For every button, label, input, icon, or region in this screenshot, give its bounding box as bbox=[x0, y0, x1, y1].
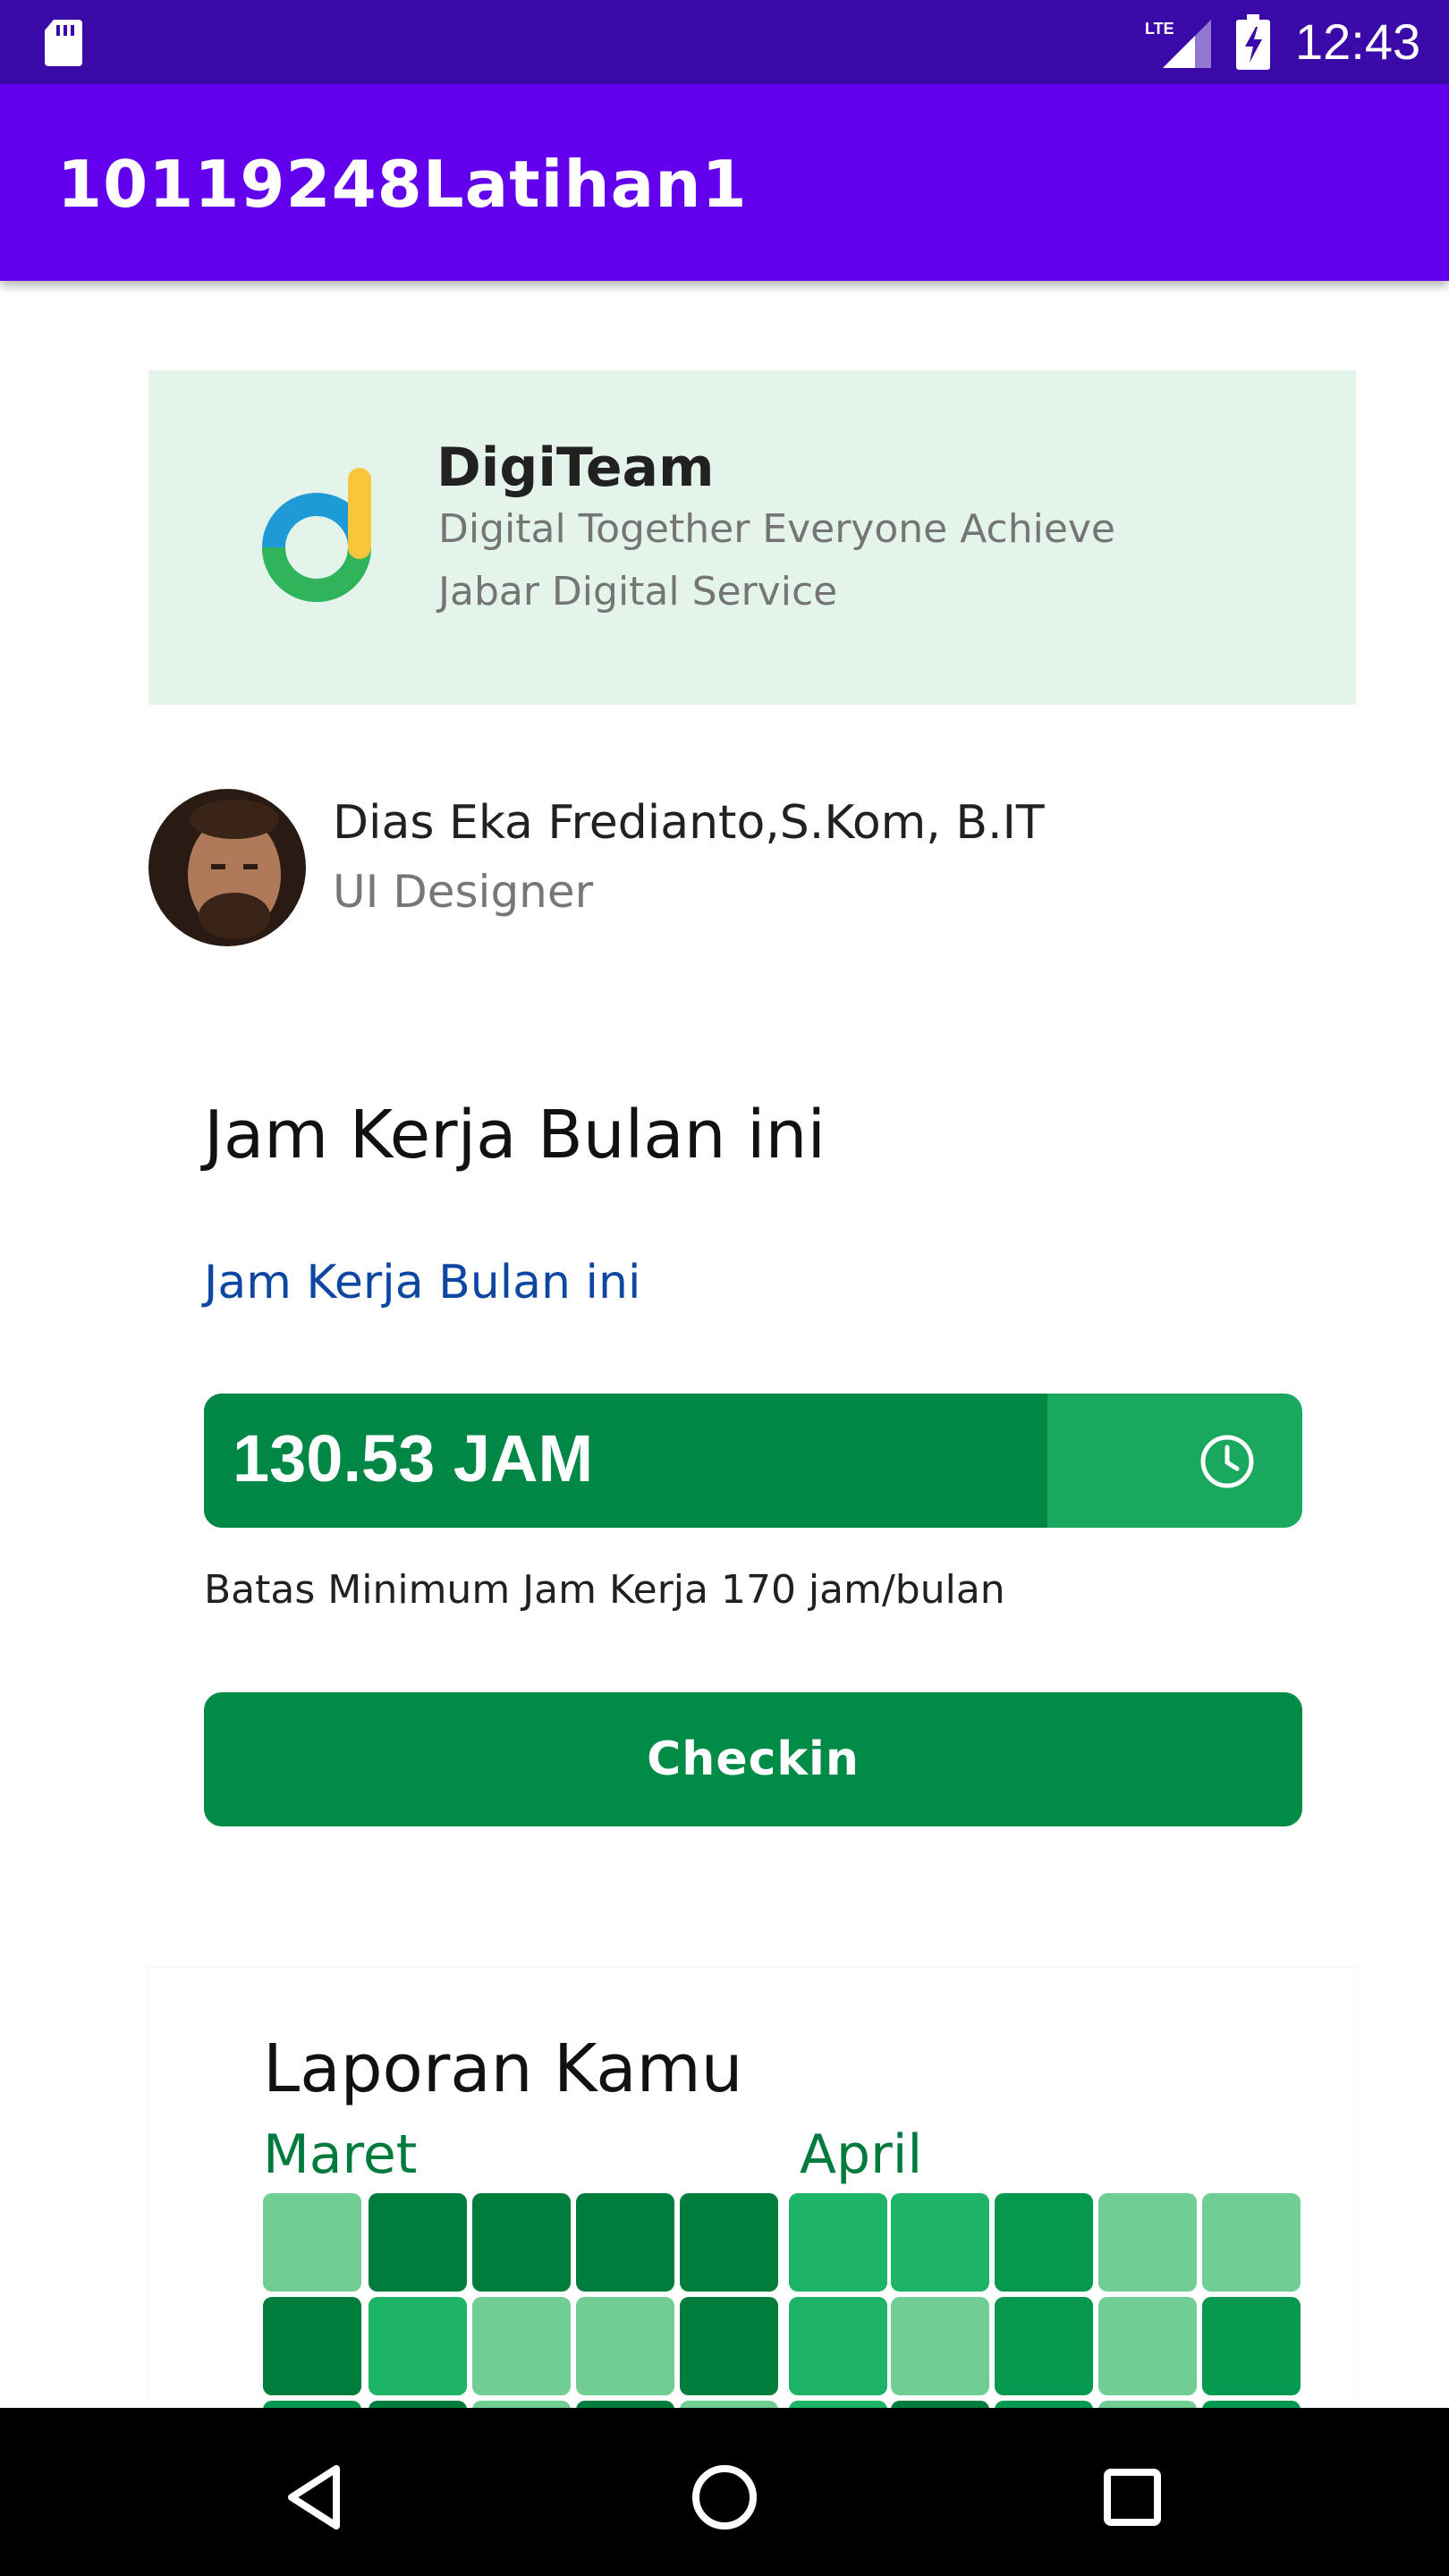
heatmap-cell bbox=[1202, 2193, 1301, 2292]
heatmap-cell bbox=[369, 2297, 467, 2395]
report-title: Laporan Kamu bbox=[263, 2030, 743, 2107]
checkin-button[interactable]: Checkin bbox=[204, 1692, 1302, 1826]
user-name: Dias Eka Fredianto,S.Kom, B.IT bbox=[333, 796, 1045, 850]
heatmap-cell bbox=[789, 2297, 887, 2395]
clock-icon bbox=[1200, 1435, 1254, 1488]
work-hours-value: 130.53 JAM bbox=[233, 1421, 594, 1496]
heatmap-cell bbox=[995, 2297, 1093, 2395]
work-hours-note: Batas Minimum Jam Kerja 170 jam/bulan bbox=[204, 1567, 1005, 1613]
lte-signal-icon: LTE bbox=[1145, 20, 1211, 68]
back-icon[interactable] bbox=[272, 2453, 361, 2542]
heatmap-cell bbox=[1098, 2297, 1197, 2395]
work-hours-progress: 130.53 JAM bbox=[204, 1394, 1302, 1528]
month-label-maret: Maret bbox=[263, 2123, 418, 2186]
battery-charging-icon bbox=[1236, 14, 1270, 70]
heatmap-cell bbox=[680, 2297, 778, 2395]
heatmap-cell bbox=[472, 2297, 571, 2395]
app-title: 10119248Latihan1 bbox=[57, 147, 748, 222]
app-bar: 10119248Latihan1 bbox=[0, 84, 1449, 281]
work-hours-link[interactable]: Jam Kerja Bulan ini bbox=[204, 1256, 640, 1309]
digiteam-logo bbox=[262, 468, 371, 602]
heatmap-cell bbox=[789, 2193, 887, 2292]
navigation-bar bbox=[0, 2408, 1449, 2576]
brand-card: DigiTeam Digital Together Everyone Achie… bbox=[148, 370, 1356, 705]
status-bar: LTE 12:43 bbox=[0, 0, 1449, 84]
heatmap-cell bbox=[680, 2193, 778, 2292]
heatmap-cell bbox=[1098, 2193, 1197, 2292]
heatmap-cell bbox=[263, 2297, 361, 2395]
user-role: UI Designer bbox=[333, 866, 594, 918]
heatmap-cell bbox=[472, 2193, 571, 2292]
heatmap-cell bbox=[891, 2193, 989, 2292]
status-time: 12:43 bbox=[1295, 13, 1421, 70]
sd-card-icon bbox=[45, 20, 82, 66]
heatmap-cell bbox=[369, 2193, 467, 2292]
home-icon[interactable] bbox=[680, 2453, 769, 2542]
brand-tagline: Digital Together Everyone Achieve bbox=[438, 506, 1116, 552]
month-label-april: April bbox=[800, 2123, 923, 2186]
heatmap-cell bbox=[1202, 2297, 1301, 2395]
recents-icon[interactable] bbox=[1088, 2453, 1177, 2542]
avatar bbox=[148, 789, 306, 946]
heatmap-cell bbox=[576, 2297, 674, 2395]
heatmap-cell bbox=[263, 2193, 361, 2292]
heatmap-cell bbox=[576, 2193, 674, 2292]
work-hours-title: Jam Kerja Bulan ini bbox=[204, 1097, 826, 1174]
heatmap-cell bbox=[891, 2297, 989, 2395]
brand-name: DigiTeam bbox=[436, 436, 715, 499]
brand-subtitle: Jabar Digital Service bbox=[438, 569, 838, 614]
lte-label: LTE bbox=[1145, 20, 1174, 38]
heatmap-cell bbox=[995, 2193, 1093, 2292]
